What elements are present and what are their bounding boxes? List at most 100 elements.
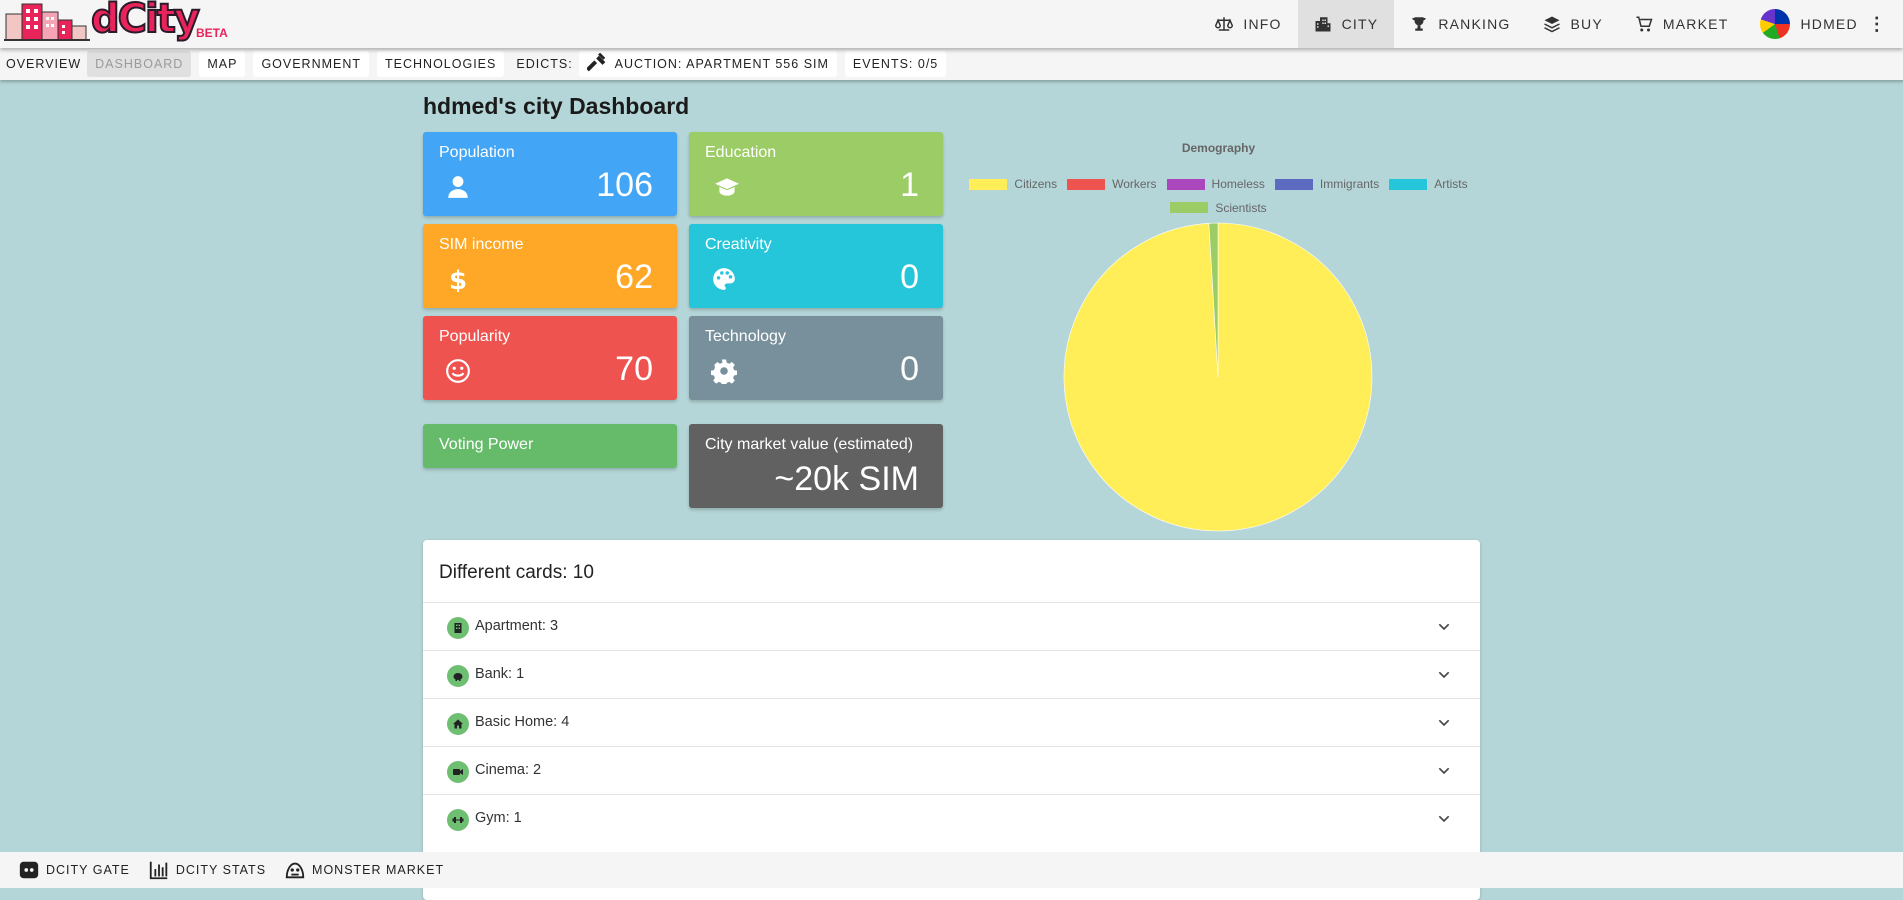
list-item[interactable]: Basic Home: 4 <box>423 698 1480 746</box>
education-value: 1 <box>900 166 919 204</box>
voting-power-tile: Voting Power <box>423 424 677 468</box>
voting-power-label: Voting Power <box>439 436 534 453</box>
nav-info[interactable]: INFO <box>1199 0 1297 48</box>
trophy-icon <box>1410 15 1428 33</box>
market-value-value: ~20k SIM <box>774 460 919 498</box>
chevron-down-icon[interactable] <box>1436 811 1452 827</box>
card-label: Cinema: 2 <box>475 762 542 778</box>
cards-title: Different cards: 10 <box>439 562 594 583</box>
education-tile: Education 1 <box>689 132 943 216</box>
dcity-gate-link[interactable]: DCITY GATE <box>18 859 130 881</box>
technology-label: Technology <box>705 328 786 345</box>
city-icon <box>1314 15 1332 33</box>
nav-market-label: MARKET <box>1662 16 1729 32</box>
top-app-bar: dCity BETA INFO CITY RANKING BUY MARKET … <box>0 0 1903 48</box>
graduation-cap-icon <box>715 178 739 196</box>
bar-chart-icon <box>149 861 168 880</box>
chevron-down-icon[interactable] <box>1436 715 1452 731</box>
demography-chart: Demography Citizens Workers Homeless Immigr… <box>960 134 1480 534</box>
card-label: Basic Home: 4 <box>475 714 570 730</box>
home-icon <box>447 713 469 735</box>
education-label: Education <box>705 144 777 161</box>
smile-icon <box>446 359 470 383</box>
logo-text: dCity <box>90 0 201 43</box>
monster-market-label: MONSTER MARKET <box>312 863 445 877</box>
nav-user-label: HDMED <box>1800 16 1858 32</box>
tab-dashboard[interactable]: DASHBOARD <box>87 51 192 77</box>
list-item[interactable]: Cinema: 2 <box>423 746 1480 794</box>
nav-city[interactable]: CITY <box>1297 0 1395 48</box>
video-camera-icon <box>447 761 469 783</box>
cards-list: Apartment: 3 Bank: 1 Basic Home: 4 Cinem… <box>423 602 1480 842</box>
technology-tile: Technology 0 <box>689 316 943 400</box>
page-title: hdmed's city Dashboard <box>423 93 690 119</box>
city-subnav: OVERVIEW DASHBOARD MAP GOVERNMENT TECHNO… <box>0 48 1903 80</box>
gavel-icon <box>586 53 606 72</box>
population-tile: Population 106 <box>423 132 677 216</box>
market-value-tile: City market value (estimated) ~20k SIM <box>689 424 943 508</box>
card-label: Bank: 1 <box>475 666 525 682</box>
cart-icon <box>1635 15 1653 33</box>
layers-icon <box>1543 15 1561 33</box>
edicts-label: EDICTS: <box>516 57 573 71</box>
dollar-icon: $ <box>449 266 467 292</box>
monster-icon <box>285 862 305 879</box>
more-vert-icon[interactable]: ⋮ <box>1868 15 1887 33</box>
piggy-bank-icon <box>447 665 469 687</box>
building-icon <box>447 617 469 639</box>
card-label: Apartment: 3 <box>475 618 559 634</box>
cards-panel: Different cards: 10 Apartment: 3 Bank: 1… <box>423 540 1480 900</box>
tab-technologies[interactable]: TECHNOLOGIES <box>377 51 505 77</box>
pie-svg <box>1063 222 1373 532</box>
popularity-tile: Popularity 70 <box>423 316 677 400</box>
events-button[interactable]: EVENTS: 0/5 <box>844 51 947 77</box>
creativity-value: 0 <box>900 258 919 296</box>
tab-overview[interactable]: OVERVIEW <box>2 51 85 77</box>
nav-buy[interactable]: BUY <box>1527 0 1619 48</box>
gear-icon <box>711 359 737 384</box>
chevron-down-icon[interactable] <box>1436 763 1452 779</box>
dcity-gate-label: DCITY GATE <box>46 863 130 877</box>
chevron-down-icon[interactable] <box>1436 619 1452 635</box>
list-item[interactable]: Gym: 1 <box>423 794 1480 842</box>
monster-market-link[interactable]: MONSTER MARKET <box>284 859 444 881</box>
dcity-stats-label: DCITY STATS <box>175 863 267 877</box>
popularity-label: Popularity <box>439 328 511 345</box>
scale-icon <box>1215 15 1234 33</box>
nav-buy-label: BUY <box>1570 16 1603 32</box>
chevron-down-icon[interactable] <box>1436 667 1452 683</box>
beta-badge: BETA <box>196 26 228 40</box>
population-value: 106 <box>596 166 653 204</box>
list-item[interactable]: Apartment: 3 <box>423 602 1480 650</box>
sim-income-value: 62 <box>615 258 653 296</box>
technology-value: 0 <box>900 350 919 388</box>
dumbbell-icon <box>447 809 469 831</box>
city-skyline-icon <box>4 3 90 41</box>
dcity-stats-link[interactable]: DCITY STATS <box>148 859 266 881</box>
dcity-logo[interactable]: dCity BETA <box>4 0 234 46</box>
nav-city-label: CITY <box>1341 16 1379 32</box>
auction-label: AUCTION: APARTMENT 556 SIM <box>614 57 829 71</box>
person-icon <box>448 176 468 198</box>
popularity-value: 70 <box>615 350 653 388</box>
discord-icon <box>19 861 39 879</box>
creativity-tile: Creativity 0 <box>689 224 943 308</box>
card-label: Gym: 1 <box>475 810 522 826</box>
sim-income-label: SIM income <box>439 236 524 253</box>
nav-info-label: INFO <box>1243 16 1282 32</box>
user-avatar <box>1760 9 1791 39</box>
auction-button[interactable]: AUCTION: APARTMENT 556 SIM <box>578 51 837 77</box>
creativity-label: Creativity <box>705 236 772 253</box>
nav-market[interactable]: MARKET <box>1619 0 1745 48</box>
market-value-label: City market value (estimated) <box>705 436 914 453</box>
nav-ranking[interactable]: RANKING <box>1394 0 1526 48</box>
sim-income-tile: SIM income $ 62 <box>423 224 677 308</box>
main-nav: INFO CITY RANKING BUY MARKET HDMED ⋮ <box>1199 0 1903 48</box>
nav-user-menu[interactable]: HDMED ⋮ <box>1744 0 1903 48</box>
population-label: Population <box>439 144 515 161</box>
list-item[interactable]: Bank: 1 <box>423 650 1480 698</box>
tab-government[interactable]: GOVERNMENT <box>253 51 370 77</box>
svg-text:$: $ <box>449 266 467 292</box>
nav-ranking-label: RANKING <box>1438 16 1511 32</box>
tab-map[interactable]: MAP <box>199 51 246 77</box>
